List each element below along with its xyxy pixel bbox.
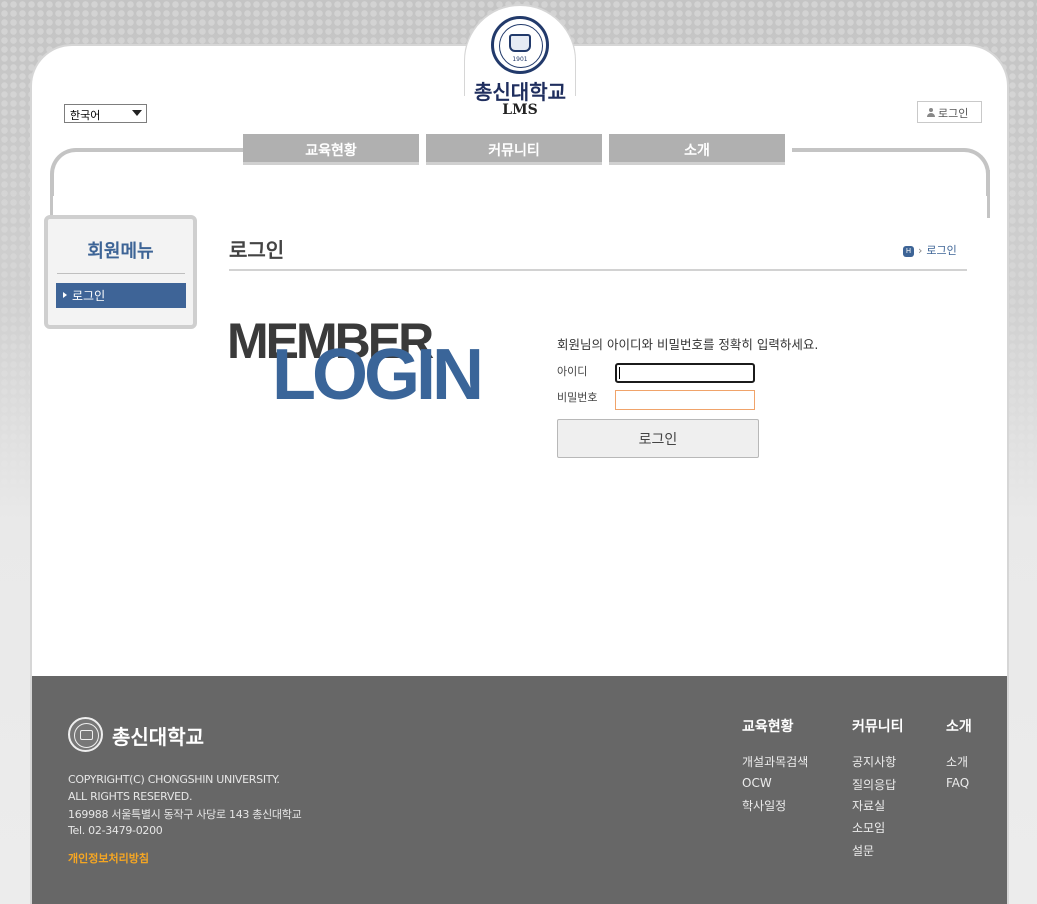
member-menu: 회원메뉴 로그인: [44, 215, 197, 329]
university-name[interactable]: 총신대학교: [460, 76, 580, 105]
password-label: 비밀번호: [557, 391, 598, 404]
login-button[interactable]: 로그인: [557, 419, 759, 458]
footer-link-academic-calendar[interactable]: 학사일정: [742, 797, 786, 814]
footer-col-community-head[interactable]: 커뮤니티: [852, 716, 904, 736]
footer-copyright-rights: ALL RIGHTS RESERVED.: [68, 790, 193, 803]
footer-link-survey[interactable]: 설문: [852, 842, 874, 859]
nav-item-about[interactable]: 소개: [609, 134, 792, 165]
page-title: 로그인: [229, 238, 285, 262]
book-icon: [509, 34, 531, 52]
home-icon[interactable]: H: [903, 245, 914, 257]
footer-link-faq[interactable]: FAQ: [946, 776, 969, 790]
divider: [57, 273, 185, 274]
university-seal-icon[interactable]: 1901: [491, 16, 549, 74]
header-login-link[interactable]: 로그인: [917, 101, 982, 123]
footer-col-about-head[interactable]: 소개: [946, 716, 972, 736]
divider: [229, 269, 967, 271]
footer-copyright: COPYRIGHT(C) CHONGSHIN UNIVERSITY.: [68, 773, 280, 786]
id-label: 아이디: [557, 365, 588, 378]
language-select-value: 한국어: [70, 109, 101, 122]
breadcrumb-separator-icon: ›: [918, 244, 923, 257]
footer-link-ocw[interactable]: OCW: [742, 776, 772, 790]
footer-link-archive[interactable]: 자료실: [852, 797, 885, 814]
nav-frame-edge: [986, 170, 990, 196]
sidebar-item-login[interactable]: 로그인: [56, 283, 186, 308]
password-input[interactable]: [615, 390, 755, 410]
nav-item-community[interactable]: 커뮤니티: [426, 134, 609, 165]
person-icon: [927, 108, 935, 117]
sidebar-item-label: 로그인: [72, 289, 106, 303]
breadcrumb-current[interactable]: 로그인: [926, 244, 956, 257]
footer-link-about[interactable]: 소개: [946, 753, 968, 770]
chevron-down-icon: [132, 110, 142, 116]
nav-item-education[interactable]: 교육현황: [243, 134, 426, 165]
login-instruction: 회원님의 아이디와 비밀번호를 정확히 입력하세요.: [557, 337, 819, 352]
caret-right-icon: [63, 292, 67, 298]
language-select[interactable]: 한국어: [64, 104, 147, 123]
privacy-policy-link[interactable]: 개인정보처리방침: [68, 850, 149, 866]
footer-link-groups[interactable]: 소모임: [852, 819, 885, 836]
footer-link-course-search[interactable]: 개설과목검색: [742, 753, 808, 770]
footer-col-education-head[interactable]: 교육현황: [742, 716, 794, 736]
id-input[interactable]: [615, 363, 755, 383]
university-seal-icon: [68, 717, 103, 752]
system-name[interactable]: LMS: [460, 102, 580, 118]
breadcrumb: H › 로그인: [903, 242, 957, 258]
hero-login-text: LOGIN: [272, 335, 484, 415]
footer-address: 169988 서울특별시 동작구 사당로 143 총신대학교: [68, 808, 302, 821]
footer-tel: Tel. 02-3479-0200: [68, 824, 163, 837]
footer: 총신대학교 COPYRIGHT(C) CHONGSHIN UNIVERSITY.…: [32, 676, 1007, 904]
footer-university-name: 총신대학교: [112, 725, 204, 749]
seal-year: 1901: [512, 56, 528, 63]
footer-link-qna[interactable]: 질의응답: [852, 776, 896, 793]
member-menu-title: 회원메뉴: [87, 241, 154, 262]
header-login-label: 로그인: [938, 107, 969, 120]
footer-link-notices[interactable]: 공지사항: [852, 753, 896, 770]
